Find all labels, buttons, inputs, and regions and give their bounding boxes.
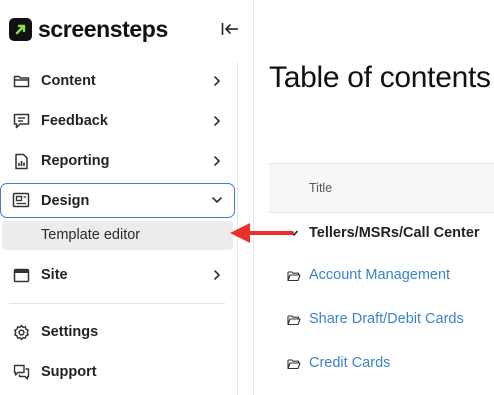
- chart-document-icon: [12, 153, 30, 169]
- table-row[interactable]: Credit Cards: [269, 350, 494, 380]
- folder-open-icon: [287, 315, 301, 326]
- support-chat-icon: [12, 364, 30, 380]
- section-link[interactable]: Share Draft/Debit Cards: [309, 311, 464, 327]
- sidebar-item-label: Feedback: [41, 113, 108, 129]
- folder-open-icon: [287, 359, 301, 370]
- sidebar-subitem-label: Template editor: [41, 227, 141, 243]
- sidebar-item-reporting[interactable]: Reporting: [0, 143, 234, 179]
- section-link[interactable]: Account Management: [309, 267, 450, 283]
- sidebar-item-label: Site: [41, 267, 68, 283]
- sidebar: screensteps Content Feedback Reporting D…: [0, 0, 254, 395]
- table-header: Title: [269, 163, 494, 213]
- chevron-right-icon: [214, 76, 220, 86]
- sidebar-item-content[interactable]: Content: [0, 63, 234, 99]
- folder-icon: [12, 73, 30, 89]
- sidebar-subitem-template-editor[interactable]: Template editor: [2, 221, 233, 250]
- page-title: Table of contents: [269, 61, 491, 94]
- sidebar-item-label: Support: [41, 364, 97, 380]
- sidebar-item-site[interactable]: Site: [0, 257, 234, 293]
- layout-icon: [12, 192, 30, 208]
- chapter-title: Tellers/MSRs/Call Center: [309, 225, 480, 241]
- sidebar-item-label: Reporting: [41, 153, 110, 169]
- gear-icon: [12, 324, 30, 340]
- chevron-right-icon: [214, 156, 220, 166]
- collapse-sidebar-icon: [221, 23, 238, 35]
- sidebar-item-settings[interactable]: Settings: [0, 314, 234, 350]
- chevron-down-icon: [212, 197, 222, 203]
- column-header-title[interactable]: Title: [309, 181, 332, 195]
- brand-logo[interactable]: screensteps: [9, 16, 168, 42]
- table-row[interactable]: Share Draft/Debit Cards: [269, 306, 494, 336]
- browser-window-icon: [12, 267, 30, 283]
- sidebar-item-label: Settings: [41, 324, 99, 340]
- folder-open-icon: [287, 271, 301, 282]
- screensteps-logo-icon: [9, 17, 32, 41]
- sidebar-item-support[interactable]: Support: [0, 354, 234, 390]
- brand-name: screensteps: [38, 15, 168, 42]
- table-row[interactable]: Account Management: [269, 262, 494, 292]
- chat-bubble-icon: [12, 113, 30, 129]
- section-link[interactable]: Credit Cards: [309, 355, 390, 371]
- sidebar-border: [253, 0, 254, 395]
- red-pointer-arrow: [230, 223, 294, 243]
- sidebar-item-label: Content: [41, 73, 96, 89]
- collapse-sidebar-button[interactable]: [219, 19, 241, 39]
- sidebar-item-feedback[interactable]: Feedback: [0, 103, 234, 139]
- sidebar-item-design[interactable]: Design: [0, 183, 235, 218]
- sidebar-divider: [9, 303, 225, 304]
- chevron-right-icon: [214, 270, 220, 280]
- chevron-right-icon: [214, 116, 220, 126]
- sidebar-item-label: Design: [41, 192, 90, 209]
- table-row[interactable]: Tellers/MSRs/Call Center: [269, 220, 494, 250]
